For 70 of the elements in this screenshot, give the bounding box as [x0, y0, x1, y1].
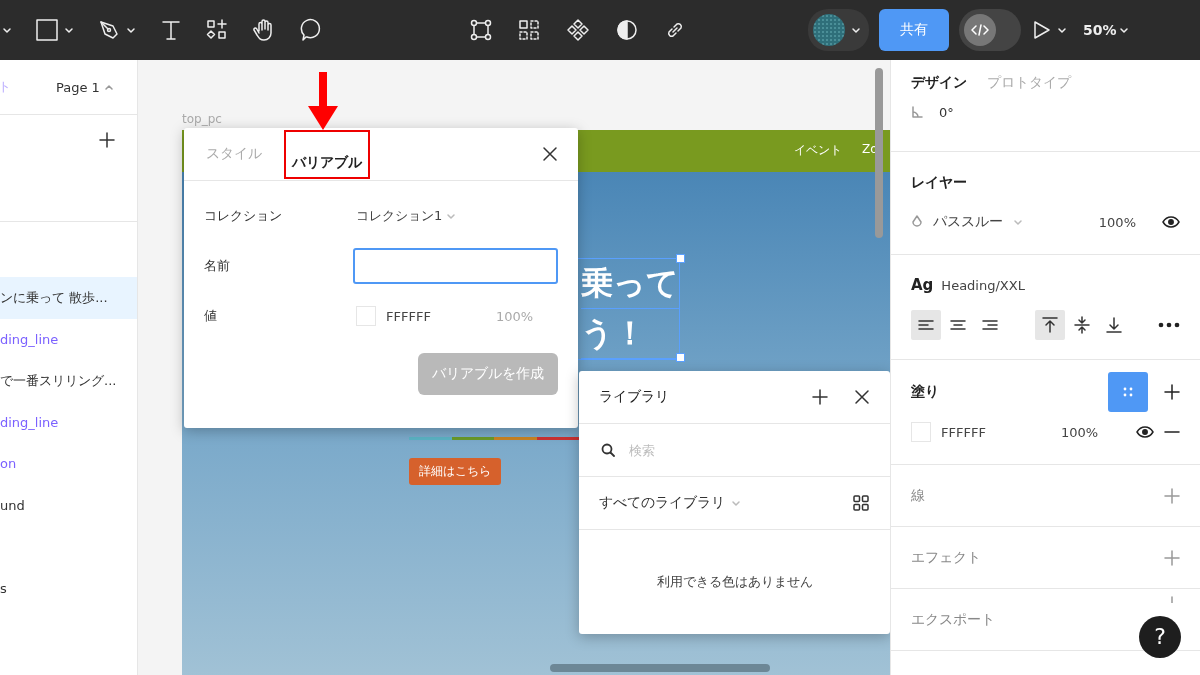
shapes-icon[interactable] — [206, 19, 228, 41]
section-title: 塗り — [911, 383, 939, 401]
search-icon — [601, 443, 615, 457]
section-title: レイヤー — [911, 173, 968, 192]
field-label: 名前 — [204, 257, 231, 275]
blend-mode-dropdown[interactable]: パススルー — [933, 213, 1003, 231]
chevron-icon[interactable] — [1057, 26, 1067, 34]
caret-icon[interactable] — [103, 83, 114, 91]
empty-message: 利用できる色はありません — [656, 573, 813, 591]
text-style-name[interactable]: Heading/XXL — [941, 277, 1025, 293]
close-icon[interactable] — [854, 389, 870, 405]
text-style-sample: Ag — [911, 276, 934, 294]
code-icon — [971, 23, 989, 37]
chevron-icon[interactable] — [126, 26, 136, 34]
field-label: コレクション — [204, 207, 283, 225]
align-icon[interactable] — [911, 310, 941, 340]
more-icon[interactable] — [1158, 322, 1180, 328]
layer-item[interactable]: で一番スリリング... — [0, 360, 137, 402]
dots-icon — [1123, 387, 1133, 397]
opacity-value[interactable]: 100% — [1061, 424, 1099, 440]
grid-view-icon[interactable] — [852, 494, 870, 512]
section-title: エクスポート — [911, 610, 995, 629]
library-filter[interactable]: すべてのライブラリ — [599, 494, 725, 512]
field-label: 値 — [204, 307, 218, 325]
rectangle-icon[interactable] — [36, 19, 58, 41]
opacity-value[interactable]: 100% — [1098, 214, 1136, 230]
grid-icon[interactable] — [518, 19, 540, 41]
eye-icon[interactable] — [1162, 214, 1180, 230]
pen-icon[interactable] — [98, 19, 120, 41]
layer-item[interactable]: on — [0, 443, 137, 485]
scrollbar[interactable] — [875, 68, 883, 238]
resize-handle[interactable] — [676, 254, 685, 263]
angle-icon — [911, 106, 923, 118]
eye-icon[interactable] — [1136, 424, 1154, 440]
code-toggle[interactable] — [959, 9, 1021, 51]
frame-icon[interactable] — [470, 19, 492, 41]
panel-title: ライブラリ — [599, 388, 669, 406]
name-field[interactable] — [352, 248, 558, 284]
zoom-menu[interactable]: 50% — [1083, 22, 1117, 38]
contrast-icon[interactable] — [616, 19, 638, 41]
play-icon[interactable] — [1031, 20, 1051, 40]
dialog-tab[interactable]: バリアブル — [284, 129, 370, 179]
hex-value[interactable]: FFFFFF — [386, 308, 496, 324]
close-icon[interactable] — [542, 146, 558, 162]
layer-item[interactable]: und — [0, 484, 137, 526]
section-title: エフェクト — [911, 548, 981, 567]
collection-dropdown[interactable]: コレクション1 — [356, 207, 443, 225]
chevron-icon[interactable] — [64, 26, 74, 34]
scrollbar[interactable] — [550, 664, 770, 672]
layer-item[interactable]: ding_line — [0, 318, 137, 360]
layer-item[interactable]: s — [0, 567, 137, 609]
search-field[interactable]: 検索 — [627, 441, 831, 459]
layer-item[interactable]: ding_line — [0, 401, 137, 443]
page-selector[interactable]: Page 1 — [56, 79, 100, 95]
text-icon[interactable] — [160, 19, 182, 41]
panel-tab[interactable]: デザイン — [911, 74, 967, 92]
align-top-icon[interactable] — [1034, 310, 1065, 340]
rotation-value[interactable]: 0° — [939, 104, 954, 120]
drop-icon — [911, 215, 923, 229]
resize-handle[interactable] — [676, 353, 685, 362]
layer-item[interactable]: ンに乗って 散歩... — [0, 277, 137, 319]
component-icon[interactable] — [566, 18, 590, 42]
avatar-menu[interactable] — [808, 9, 869, 51]
hex-value[interactable]: FFFFFF — [941, 424, 1051, 440]
section-title: 線 — [911, 486, 925, 505]
color-swatch[interactable] — [911, 422, 931, 442]
chevron-icon[interactable] — [2, 26, 12, 34]
chevron-icon[interactable] — [1118, 26, 1129, 34]
color-swatch[interactable] — [356, 306, 376, 326]
chevron-icon — [851, 26, 861, 34]
